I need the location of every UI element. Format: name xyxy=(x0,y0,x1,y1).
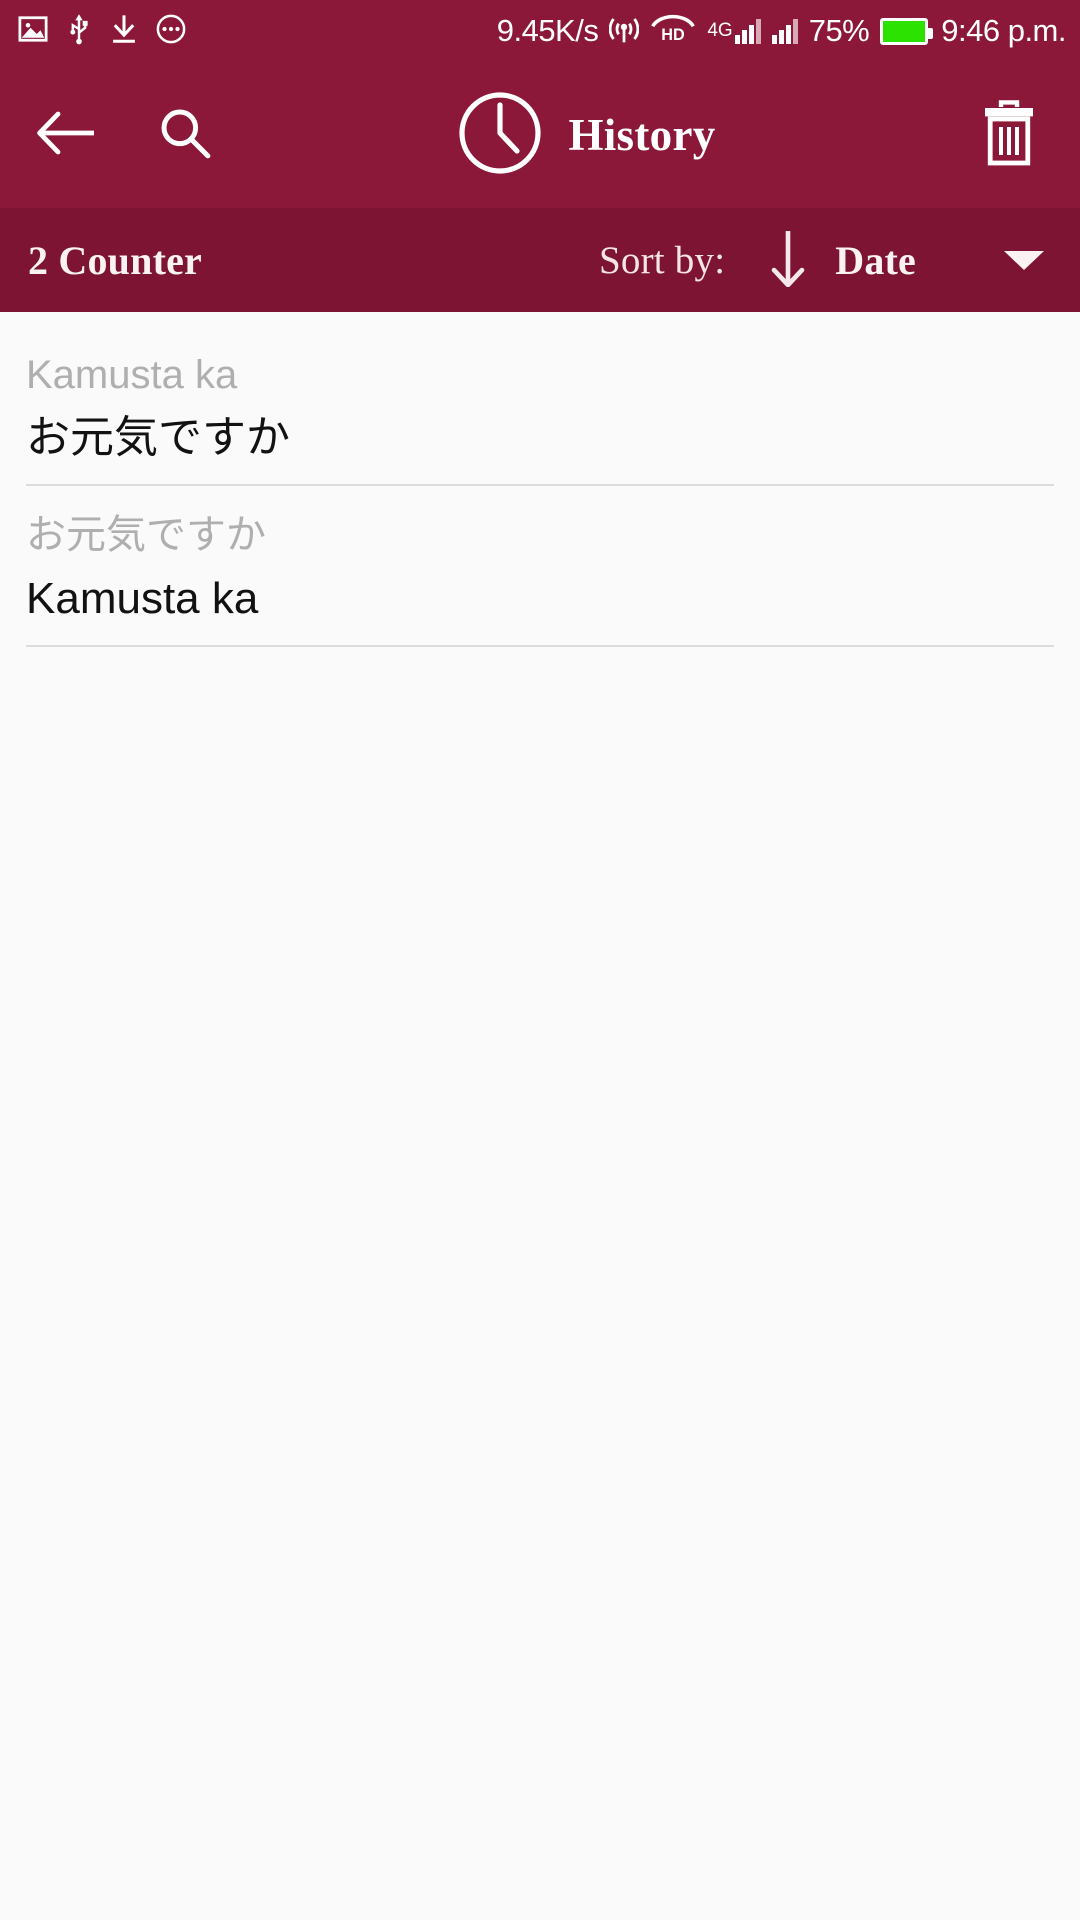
network-speed-label: 9.45K/s xyxy=(496,13,599,48)
signal-bars-sim2 xyxy=(771,18,798,44)
app-bar-title-group: History xyxy=(202,91,972,180)
history-item-source-text: お元気ですか xyxy=(26,513,266,558)
app-bar: History xyxy=(0,62,1080,208)
history-item-target-text: Kamusta ka xyxy=(26,573,259,623)
sort-controls[interactable]: Sort by: Date xyxy=(599,229,1044,292)
sort-direction-button[interactable] xyxy=(767,229,809,292)
usb-icon xyxy=(66,13,92,50)
history-item-target-text: お元気ですか xyxy=(26,413,290,463)
status-bar-left-icons xyxy=(18,13,186,50)
history-item-source-text: Kamusta ka xyxy=(26,353,238,397)
clock-icon xyxy=(458,91,542,180)
history-list: Kamusta ka お元気ですか お元気ですか Kamusta ka xyxy=(0,312,1080,647)
network-type-signal: 4G xyxy=(707,18,761,44)
battery-percent-label: 75% xyxy=(808,13,870,48)
hotspot-icon xyxy=(609,13,640,50)
network-type-label: 4G xyxy=(707,20,733,41)
page-title: History xyxy=(568,110,716,160)
sort-value-label[interactable]: Date xyxy=(835,237,916,284)
trash-icon xyxy=(981,99,1037,171)
history-list-item[interactable]: Kamusta ka お元気ですか xyxy=(0,326,1080,487)
signal-bars-sim1 xyxy=(734,18,761,44)
back-button[interactable] xyxy=(30,98,104,172)
status-bar-right-icons: 9.45K/s HD 4G 75% 9:46 p.m. xyxy=(496,13,1067,50)
sort-by-label: Sort by: xyxy=(599,238,726,282)
clock-time-label: 9:46 p.m. xyxy=(941,13,1066,48)
history-counter-label: 2 Counter xyxy=(28,237,203,283)
history-list-item[interactable]: お元気ですか Kamusta ka xyxy=(0,486,1080,647)
sort-bar: 2 Counter Sort by: Date xyxy=(0,208,1080,312)
chevron-down-icon[interactable] xyxy=(1004,250,1044,270)
back-arrow-icon xyxy=(37,110,97,161)
status-bar: 9.45K/s HD 4G 75% 9:46 p.m. xyxy=(0,0,1080,62)
svg-text:HD: HD xyxy=(662,25,686,43)
download-icon xyxy=(110,14,138,49)
battery-icon xyxy=(880,17,934,45)
more-options-icon xyxy=(156,14,186,49)
list-divider xyxy=(26,644,1054,647)
hd-call-icon: HD xyxy=(650,14,696,49)
image-icon xyxy=(18,14,48,49)
delete-all-button[interactable] xyxy=(972,98,1046,172)
arrow-down-icon xyxy=(767,229,809,292)
